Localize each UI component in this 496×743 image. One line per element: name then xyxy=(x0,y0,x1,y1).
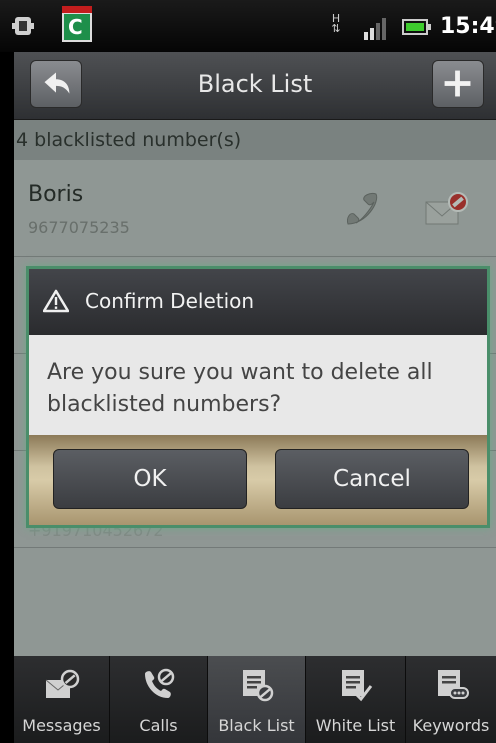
warning-icon xyxy=(43,289,69,313)
tab-white-list[interactable]: White List xyxy=(306,656,406,743)
white-list-icon xyxy=(342,670,373,702)
comodo-app-icon: C xyxy=(62,12,92,42)
status-bar: C H⇅ 15:49 xyxy=(0,0,496,52)
network-type-indicator: H ⇅ xyxy=(331,12,341,35)
tab-label: White List xyxy=(315,716,396,735)
page-title: Black List xyxy=(197,70,313,98)
app-screen: C H⇅ 15:49 Black List xyxy=(0,0,496,743)
ok-button[interactable]: OK xyxy=(53,449,247,509)
tab-label: Messages xyxy=(22,716,101,735)
signal-icon xyxy=(364,18,386,40)
blocked-message-icon xyxy=(45,669,80,698)
app-icon-letter: C xyxy=(68,15,83,39)
plus-icon xyxy=(444,70,471,97)
tab-label: Black List xyxy=(218,716,295,735)
dialog-body: Are you sure you want to delete all blac… xyxy=(29,335,487,435)
clock: 15:49 xyxy=(440,14,496,39)
bottom-tab-bar: Messages Calls Black List White List Key… xyxy=(14,656,496,743)
notification-icon xyxy=(12,17,34,35)
tab-calls[interactable]: Calls xyxy=(110,656,208,743)
tab-black-list[interactable]: Black List xyxy=(208,656,306,743)
black-list-icon xyxy=(243,670,274,702)
tab-keywords[interactable]: Keywords xyxy=(406,656,496,743)
battery-icon xyxy=(402,19,431,35)
dialog-header: Confirm Deletion xyxy=(29,269,487,335)
dialog-title: Confirm Deletion xyxy=(85,289,255,313)
tab-label: Keywords xyxy=(412,716,490,735)
tab-label: Calls xyxy=(139,716,178,735)
title-bar: Black List xyxy=(14,52,496,120)
network-type-label: H xyxy=(331,12,341,25)
app-badge xyxy=(62,6,92,13)
tab-messages[interactable]: Messages xyxy=(14,656,110,743)
dialog-footer: OK Cancel xyxy=(29,435,487,525)
keywords-icon xyxy=(438,670,469,699)
confirm-deletion-dialog: Confirm Deletion Are you sure you want t… xyxy=(26,266,490,528)
blocked-call-icon xyxy=(145,668,175,698)
cancel-button[interactable]: Cancel xyxy=(275,449,469,509)
add-button[interactable] xyxy=(432,60,484,108)
dialog-message: Are you sure you want to delete all blac… xyxy=(47,360,433,417)
